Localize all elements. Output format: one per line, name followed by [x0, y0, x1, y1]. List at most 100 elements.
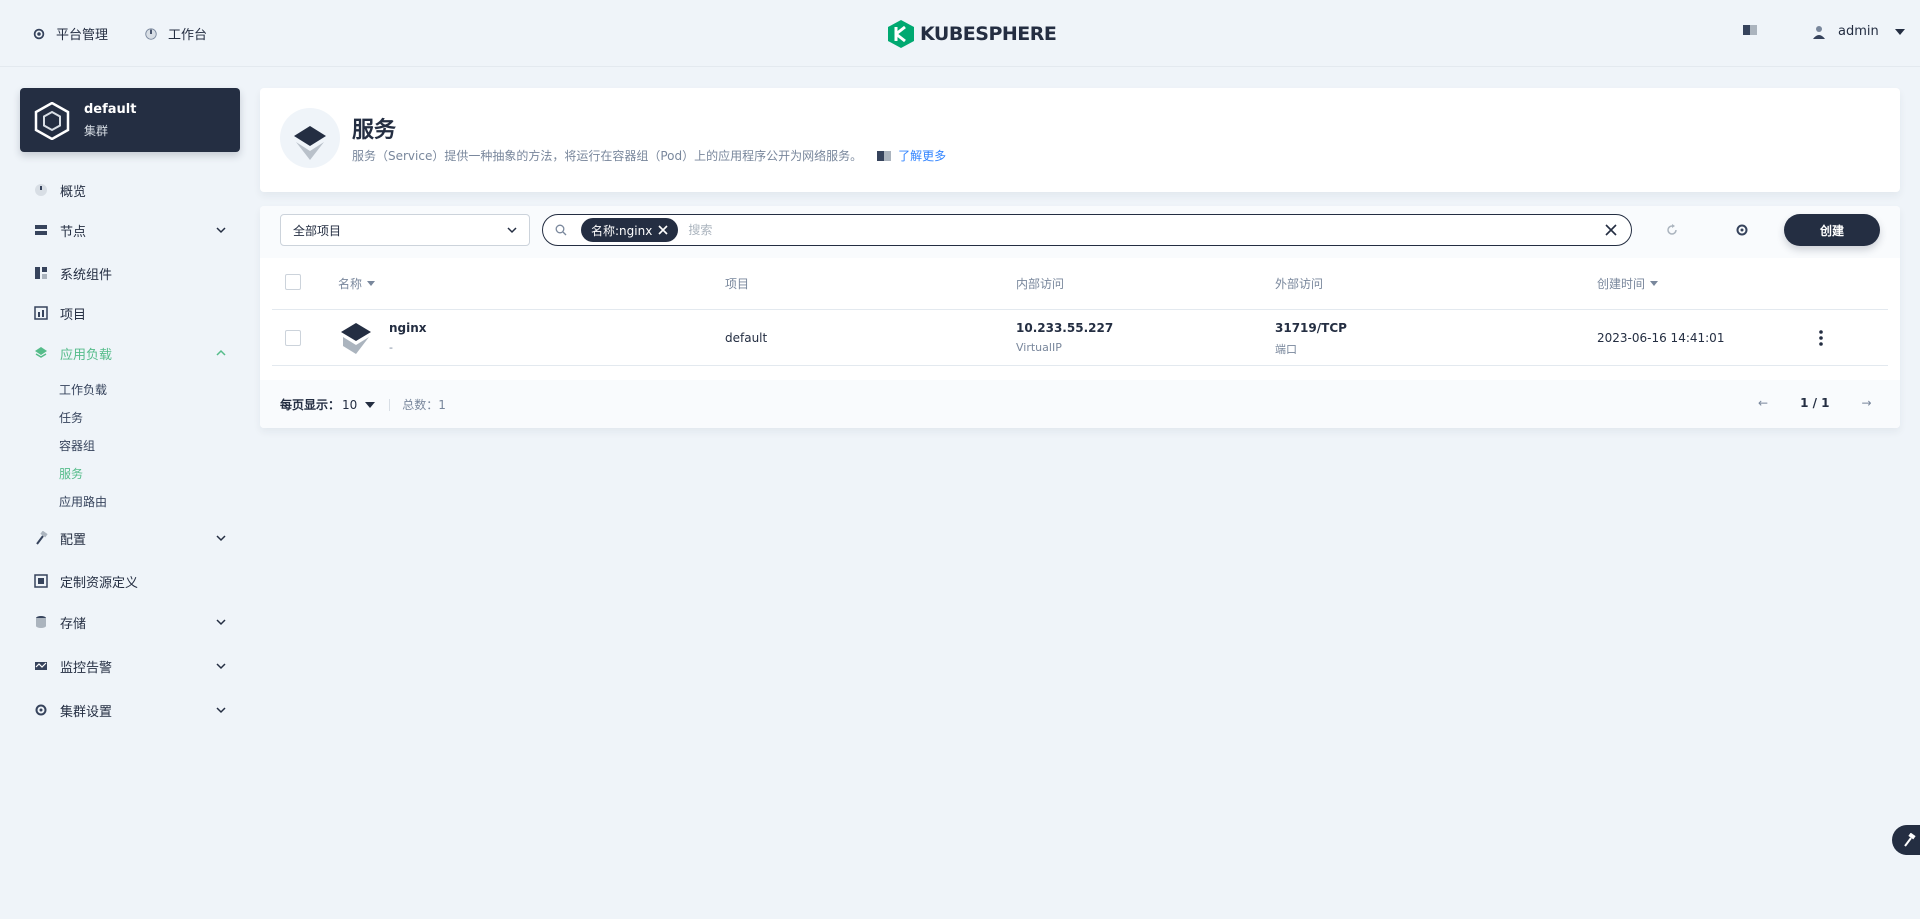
chevron-down-icon — [216, 535, 226, 542]
service-header-icon — [280, 108, 340, 168]
dashboard-icon — [145, 27, 157, 40]
learn-more-label: 了解更多 — [898, 149, 947, 163]
sidebar-subitem-pods[interactable]: 容器组 — [59, 437, 95, 454]
page-title: 服务 — [352, 118, 397, 143]
column-header-internal-access: 内部访问 — [1016, 275, 1064, 292]
kubesphere-logo[interactable]: KUBESPHERE — [888, 20, 1057, 48]
platform-management-label: 平台管理 — [56, 28, 109, 43]
gear-icon — [33, 28, 45, 39]
platform-management-link[interactable]: 平台管理 — [32, 24, 108, 43]
chevron-down-icon — [216, 227, 226, 234]
monitor-icon — [35, 662, 47, 670]
footer-divider — [389, 398, 391, 411]
column-header-label: 名称 — [338, 277, 363, 291]
external-access-port: 31719/TCP — [1275, 321, 1347, 335]
sidebar-item-monitoring[interactable]: 监控告警 — [34, 656, 226, 676]
sidebar-item-storage[interactable]: 存储 — [34, 612, 226, 632]
previous-page-icon[interactable]: ← — [1758, 396, 1768, 410]
hammer-icon — [1904, 833, 1916, 847]
sidebar-subitem-services[interactable]: 服务 — [59, 465, 83, 482]
cluster-name: default — [84, 102, 137, 117]
page-description: 服务（Service）提供一种抽象的方法，将运行在容器组（Pod）上的应用程序公… — [352, 149, 863, 163]
service-project: default — [725, 331, 768, 345]
project-icon — [34, 306, 48, 320]
gear-icon — [1736, 224, 1748, 236]
book-icon — [1743, 25, 1757, 35]
page-header: 服务 服务（Service）提供一种抽象的方法，将运行在容器组（Pod）上的应用… — [260, 88, 1900, 192]
sidebar-item-label: 项目 — [60, 307, 87, 323]
column-header-external-access: 外部访问 — [1275, 275, 1323, 292]
internal-access-type: VirtualIP — [1016, 341, 1062, 354]
database-icon — [36, 616, 46, 628]
caret-down-icon — [1894, 28, 1905, 35]
next-page-icon[interactable]: → — [1862, 396, 1872, 410]
search-icon — [555, 224, 567, 236]
toolbox-button[interactable] — [1892, 825, 1920, 855]
gear-icon — [35, 704, 47, 716]
sidebar-item-app-workloads[interactable]: 应用负载 — [34, 343, 226, 363]
column-header-label: 创建时间 — [1597, 277, 1646, 291]
sidebar-item-system-components[interactable]: 系统组件 — [34, 263, 226, 283]
sidebar-item-projects[interactable]: 项目 — [34, 303, 226, 323]
chevron-down-icon — [216, 663, 226, 670]
select-all-checkbox[interactable] — [285, 274, 301, 290]
external-access-type: 端口 — [1275, 343, 1297, 356]
sidebar-item-cluster-settings[interactable]: 集群设置 — [34, 700, 226, 720]
sidebar-item-overview[interactable]: 概览 — [34, 180, 226, 200]
internal-access-ip: 10.233.55.227 — [1016, 321, 1114, 335]
column-header-label: 内部访问 — [1016, 277, 1065, 291]
cluster-card[interactable]: default 集群 — [20, 88, 240, 152]
sidebar-subitem-jobs[interactable]: 任务 — [59, 409, 83, 426]
caret-down-icon — [365, 401, 376, 408]
sidebar-item-label: 集群设置 — [60, 704, 113, 720]
server-icon — [35, 225, 47, 235]
chevron-up-icon — [216, 349, 226, 356]
refresh-button[interactable] — [1658, 216, 1686, 244]
more-actions-icon[interactable] — [1818, 329, 1824, 347]
page-size-value: 10 — [342, 397, 358, 412]
table-divider — [272, 365, 1888, 366]
user-icon — [1813, 25, 1825, 39]
documentation-button[interactable] — [1742, 24, 1758, 36]
row-checkbox[interactable] — [285, 330, 301, 346]
total-count: 总数：1 — [402, 398, 446, 412]
table-footer — [260, 380, 1900, 428]
search-input[interactable] — [688, 223, 1631, 237]
sidebar-item-label: 节点 — [60, 224, 87, 240]
refresh-icon — [1667, 224, 1677, 235]
learn-more-link[interactable]: 了解更多 — [876, 147, 946, 164]
sidebar-item-configuration[interactable]: 配置 — [34, 528, 226, 548]
column-header-created-time[interactable]: 创建时间 — [1597, 275, 1659, 292]
sidebar-item-crds[interactable]: 定制资源定义 — [34, 571, 226, 591]
created-time: 2023-06-16 14:41:01 — [1597, 331, 1725, 345]
user-menu[interactable]: admin — [1812, 24, 1905, 39]
page-description-row: 服务（Service）提供一种抽象的方法，将运行在容器组（Pod）上的应用程序公… — [352, 147, 946, 164]
column-header-label: 项目 — [725, 277, 750, 291]
clear-search-icon[interactable] — [1605, 224, 1617, 236]
table-divider — [272, 309, 1888, 310]
sort-icon — [367, 280, 376, 286]
page-size-selector[interactable]: 每页显示： 10 总数：1 — [280, 396, 446, 413]
project-select[interactable]: 全部项目 — [280, 214, 530, 246]
sidebar-subitem-workloads[interactable]: 工作负载 — [59, 381, 107, 398]
hammer-icon — [36, 531, 48, 545]
column-header-name[interactable]: 名称 — [338, 275, 376, 292]
workbench-link[interactable]: 工作台 — [144, 24, 207, 43]
create-button[interactable]: 创建 — [1784, 214, 1880, 246]
sidebar-subitem-ingresses[interactable]: 应用路由 — [59, 493, 107, 510]
sidebar-item-nodes[interactable]: 节点 — [34, 220, 226, 240]
column-header-label: 外部访问 — [1275, 277, 1324, 291]
sidebar-item-label: 监控告警 — [60, 660, 113, 676]
chevron-down-icon — [507, 227, 517, 234]
search-filter-tag: 名称:nginx — [581, 218, 679, 242]
service-name[interactable]: nginx — [389, 321, 427, 335]
book-icon — [877, 150, 892, 161]
search-bar[interactable]: 名称:nginx — [542, 214, 1632, 246]
components-icon — [35, 267, 47, 279]
sidebar-item-label: 配置 — [60, 532, 87, 548]
table-settings-button[interactable] — [1728, 216, 1756, 244]
search-filter-label: 名称:nginx — [591, 223, 653, 238]
close-icon[interactable] — [658, 225, 668, 235]
service-name-sub: - — [389, 341, 393, 354]
top-bar: 平台管理 工作台 KUBESPHERE admin — [0, 0, 1920, 67]
